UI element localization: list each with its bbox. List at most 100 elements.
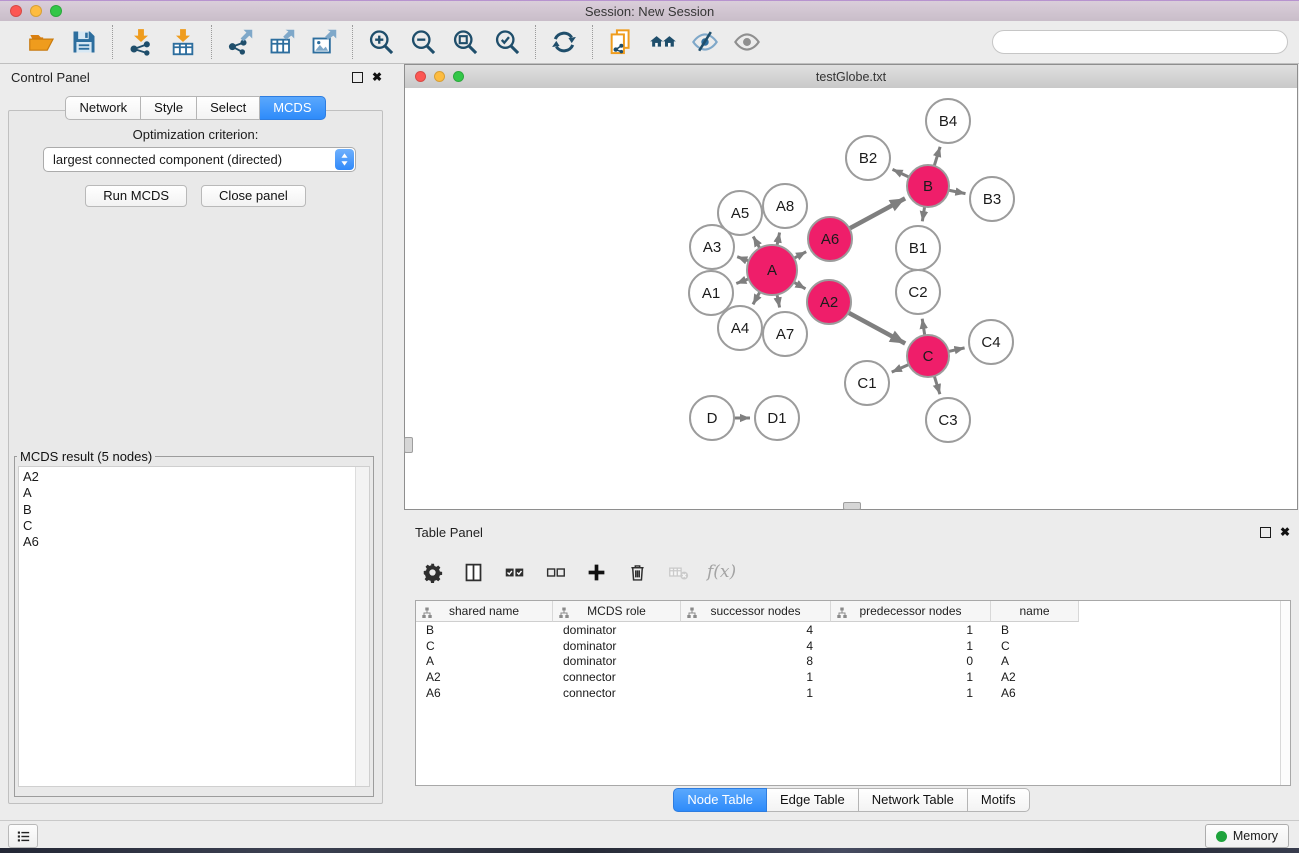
graph-edge-C-C4[interactable]: [948, 348, 965, 352]
graph-edge-A-A2[interactable]: [793, 282, 806, 289]
graph-edge-B-B1[interactable]: [922, 206, 925, 222]
gear-icon[interactable]: [420, 560, 444, 584]
export-table-icon[interactable]: [267, 27, 297, 57]
split-handle-left[interactable]: [404, 437, 413, 453]
tab-motifs[interactable]: Motifs: [968, 788, 1030, 812]
mcds-result-item[interactable]: C: [19, 518, 369, 534]
column-header-predecessor-nodes[interactable]: predecessor nodes: [831, 601, 991, 622]
table-row[interactable]: Bdominator41B: [416, 622, 1290, 638]
close-window-button[interactable]: [10, 5, 22, 17]
graph-node-C1[interactable]: C1: [845, 361, 889, 405]
table-cell[interactable]: 1: [831, 686, 991, 700]
graph-node-A[interactable]: A: [747, 245, 797, 295]
memory-button[interactable]: Memory: [1205, 824, 1289, 848]
table-cell[interactable]: C: [991, 639, 1079, 653]
graph-edge-A-A7[interactable]: [777, 294, 780, 308]
graph-node-B4[interactable]: B4: [926, 99, 970, 143]
table-cell[interactable]: connector: [553, 686, 681, 700]
tab-style[interactable]: Style: [141, 96, 197, 120]
graph-edge-A6-B[interactable]: [849, 198, 906, 229]
list-scrollbar[interactable]: [355, 467, 369, 786]
graph-edge-A-A4[interactable]: [753, 291, 760, 304]
search-field[interactable]: [992, 30, 1288, 54]
table-cell[interactable]: 1: [831, 670, 991, 684]
table-cell[interactable]: dominator: [553, 623, 681, 637]
mcds-result-item[interactable]: A2: [19, 469, 369, 485]
column-icon[interactable]: [461, 560, 485, 584]
graph-edge-B-B3[interactable]: [948, 190, 966, 194]
table-cell[interactable]: 4: [681, 623, 831, 637]
graph-node-B1[interactable]: B1: [896, 226, 940, 270]
mcds-result-item[interactable]: A6: [19, 534, 369, 550]
deselect-all-icon[interactable]: [543, 560, 567, 584]
tab-network[interactable]: Network: [65, 96, 141, 120]
column-header-name[interactable]: name: [991, 601, 1079, 622]
network-close-button[interactable]: [415, 71, 426, 82]
table-cell[interactable]: B: [416, 623, 553, 637]
zoom-selected-icon[interactable]: [492, 27, 522, 57]
save-session-icon[interactable]: [69, 27, 99, 57]
zoom-out-icon[interactable]: [408, 27, 438, 57]
graph-node-A7[interactable]: A7: [763, 312, 807, 356]
graph-node-A6[interactable]: A6: [808, 217, 852, 261]
float-panel-icon[interactable]: [352, 72, 363, 83]
table-cell[interactable]: A: [416, 654, 553, 668]
network-document-icon[interactable]: [606, 27, 636, 57]
mcds-result-list[interactable]: A2ABCA6: [18, 466, 370, 787]
zoom-window-button[interactable]: [50, 5, 62, 17]
graph-node-A4[interactable]: A4: [718, 306, 762, 350]
graph-node-A5[interactable]: A5: [718, 191, 762, 235]
graph-edge-A-A8[interactable]: [777, 233, 780, 247]
graph-edge-B-B4[interactable]: [934, 147, 940, 167]
mcds-result-item[interactable]: B: [19, 502, 369, 518]
graph-node-C4[interactable]: C4: [969, 320, 1013, 364]
minimize-window-button[interactable]: [30, 5, 42, 17]
tab-mcds[interactable]: MCDS: [260, 96, 325, 120]
graph-node-C3[interactable]: C3: [926, 398, 970, 442]
table-cell[interactable]: 1: [831, 639, 991, 653]
close-panel-icon[interactable]: ✖: [372, 71, 382, 83]
split-handle-bottom[interactable]: [843, 502, 861, 510]
table-scrollbar[interactable]: [1280, 601, 1290, 785]
graph-node-B[interactable]: B: [907, 165, 949, 207]
column-header-shared-name[interactable]: shared name: [416, 601, 553, 622]
table-cell[interactable]: 1: [681, 670, 831, 684]
table-cell[interactable]: C: [416, 639, 553, 653]
export-network-icon[interactable]: [225, 27, 255, 57]
graph-node-C[interactable]: C: [907, 335, 949, 377]
mcds-result-item[interactable]: A: [19, 485, 369, 501]
table-cell[interactable]: A2: [416, 670, 553, 684]
table-cell[interactable]: dominator: [553, 639, 681, 653]
graph-node-D1[interactable]: D1: [755, 396, 799, 440]
graph-edge-A-A5[interactable]: [753, 237, 760, 250]
table-cell[interactable]: connector: [553, 670, 681, 684]
graph-edge-A2-C[interactable]: [847, 312, 905, 343]
zoom-in-icon[interactable]: [366, 27, 396, 57]
table-row[interactable]: Cdominator41C: [416, 638, 1290, 654]
graph-node-A8[interactable]: A8: [763, 184, 807, 228]
tab-network-table[interactable]: Network Table: [859, 788, 968, 812]
search-input[interactable]: [1020, 34, 1280, 50]
table-cell[interactable]: 1: [831, 623, 991, 637]
criterion-select[interactable]: largest connected component (directed): [43, 147, 356, 172]
tab-edge-table[interactable]: Edge Table: [767, 788, 859, 812]
open-session-icon[interactable]: [27, 27, 57, 57]
network-zoom-button[interactable]: [453, 71, 464, 82]
table-cell[interactable]: A: [991, 654, 1079, 668]
table-cell[interactable]: A6: [416, 686, 553, 700]
apply-layout-icon[interactable]: [549, 27, 579, 57]
tab-select[interactable]: Select: [197, 96, 260, 120]
graph-edge-C-C1[interactable]: [892, 364, 910, 372]
export-image-icon[interactable]: [309, 27, 339, 57]
graph-node-A2[interactable]: A2: [807, 280, 851, 324]
graph-edge-C-C3[interactable]: [934, 375, 940, 394]
table-cell[interactable]: dominator: [553, 654, 681, 668]
graph-node-B3[interactable]: B3: [970, 177, 1014, 221]
graph-node-B2[interactable]: B2: [846, 136, 890, 180]
table-cell[interactable]: 4: [681, 639, 831, 653]
select-all-icon[interactable]: [502, 560, 526, 584]
float-table-panel-icon[interactable]: [1260, 527, 1271, 538]
import-network-icon[interactable]: [126, 27, 156, 57]
table-cell[interactable]: 8: [681, 654, 831, 668]
column-header-successor-nodes[interactable]: successor nodes: [681, 601, 831, 622]
